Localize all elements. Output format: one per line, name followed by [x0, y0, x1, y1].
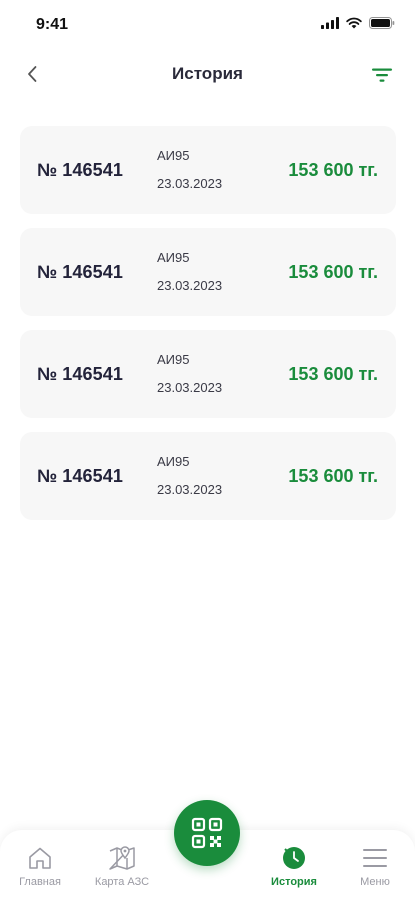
transaction-amount: 153 600 тг. [288, 160, 378, 180]
transaction-card[interactable]: № 146541 АИ95 23.03.2023 153 600 тг. [20, 126, 396, 214]
transaction-card[interactable]: № 146541 АИ95 23.03.2023 153 600 тг. [20, 432, 396, 520]
battery-icon [369, 17, 395, 29]
home-icon [29, 847, 51, 869]
nav-item-map[interactable]: Карта АЗС [82, 844, 162, 888]
fuel-type: АИ95 [157, 148, 190, 163]
nav-label: История [271, 876, 317, 888]
signal-icon [321, 17, 339, 29]
transaction-card[interactable]: № 146541 АИ95 23.03.2023 153 600 тг. [20, 330, 396, 418]
menu-icon [363, 849, 387, 867]
status-bar: 9:41 [0, 0, 415, 48]
fuel-type: АИ95 [157, 250, 190, 265]
fuel-type: АИ95 [157, 454, 190, 469]
nav-label: Карта АЗС [94, 876, 150, 888]
status-icons [321, 17, 395, 29]
filter-button[interactable] [369, 62, 395, 88]
nav-label: Главная [19, 876, 61, 888]
transaction-card[interactable]: № 146541 АИ95 23.03.2023 153 600 тг. [20, 228, 396, 316]
filter-icon [372, 68, 392, 82]
transaction-number: № 146541 [37, 160, 123, 180]
qr-code-icon [191, 817, 223, 849]
status-time: 9:41 [36, 16, 69, 33]
transaction-date: 23.03.2023 [157, 380, 223, 395]
transaction-number: № 146541 [37, 466, 123, 486]
transaction-amount: 153 600 тг. [288, 364, 378, 384]
nav-item-menu[interactable]: Меню [335, 844, 415, 888]
history-icon [283, 847, 305, 869]
transaction-date: 23.03.2023 [157, 176, 223, 191]
qr-scan-button[interactable] [174, 800, 240, 866]
transaction-list: № 146541 АИ95 23.03.2023 153 600 тг. № 1… [20, 126, 396, 534]
transaction-date: 23.03.2023 [157, 482, 223, 497]
transaction-amount: 153 600 тг. [288, 262, 378, 282]
transaction-amount: 153 600 тг. [288, 466, 378, 486]
nav-item-history[interactable]: История [254, 844, 334, 888]
header: История [0, 52, 415, 96]
nav-label: Меню [360, 876, 390, 888]
nav-item-home[interactable]: Главная [0, 844, 80, 888]
transaction-number: № 146541 [37, 262, 123, 282]
page-title: История [172, 64, 243, 83]
map-icon [109, 846, 135, 870]
transaction-number: № 146541 [37, 364, 123, 384]
fuel-type: АИ95 [157, 352, 190, 367]
transaction-date: 23.03.2023 [157, 278, 223, 293]
wifi-icon [346, 17, 362, 29]
